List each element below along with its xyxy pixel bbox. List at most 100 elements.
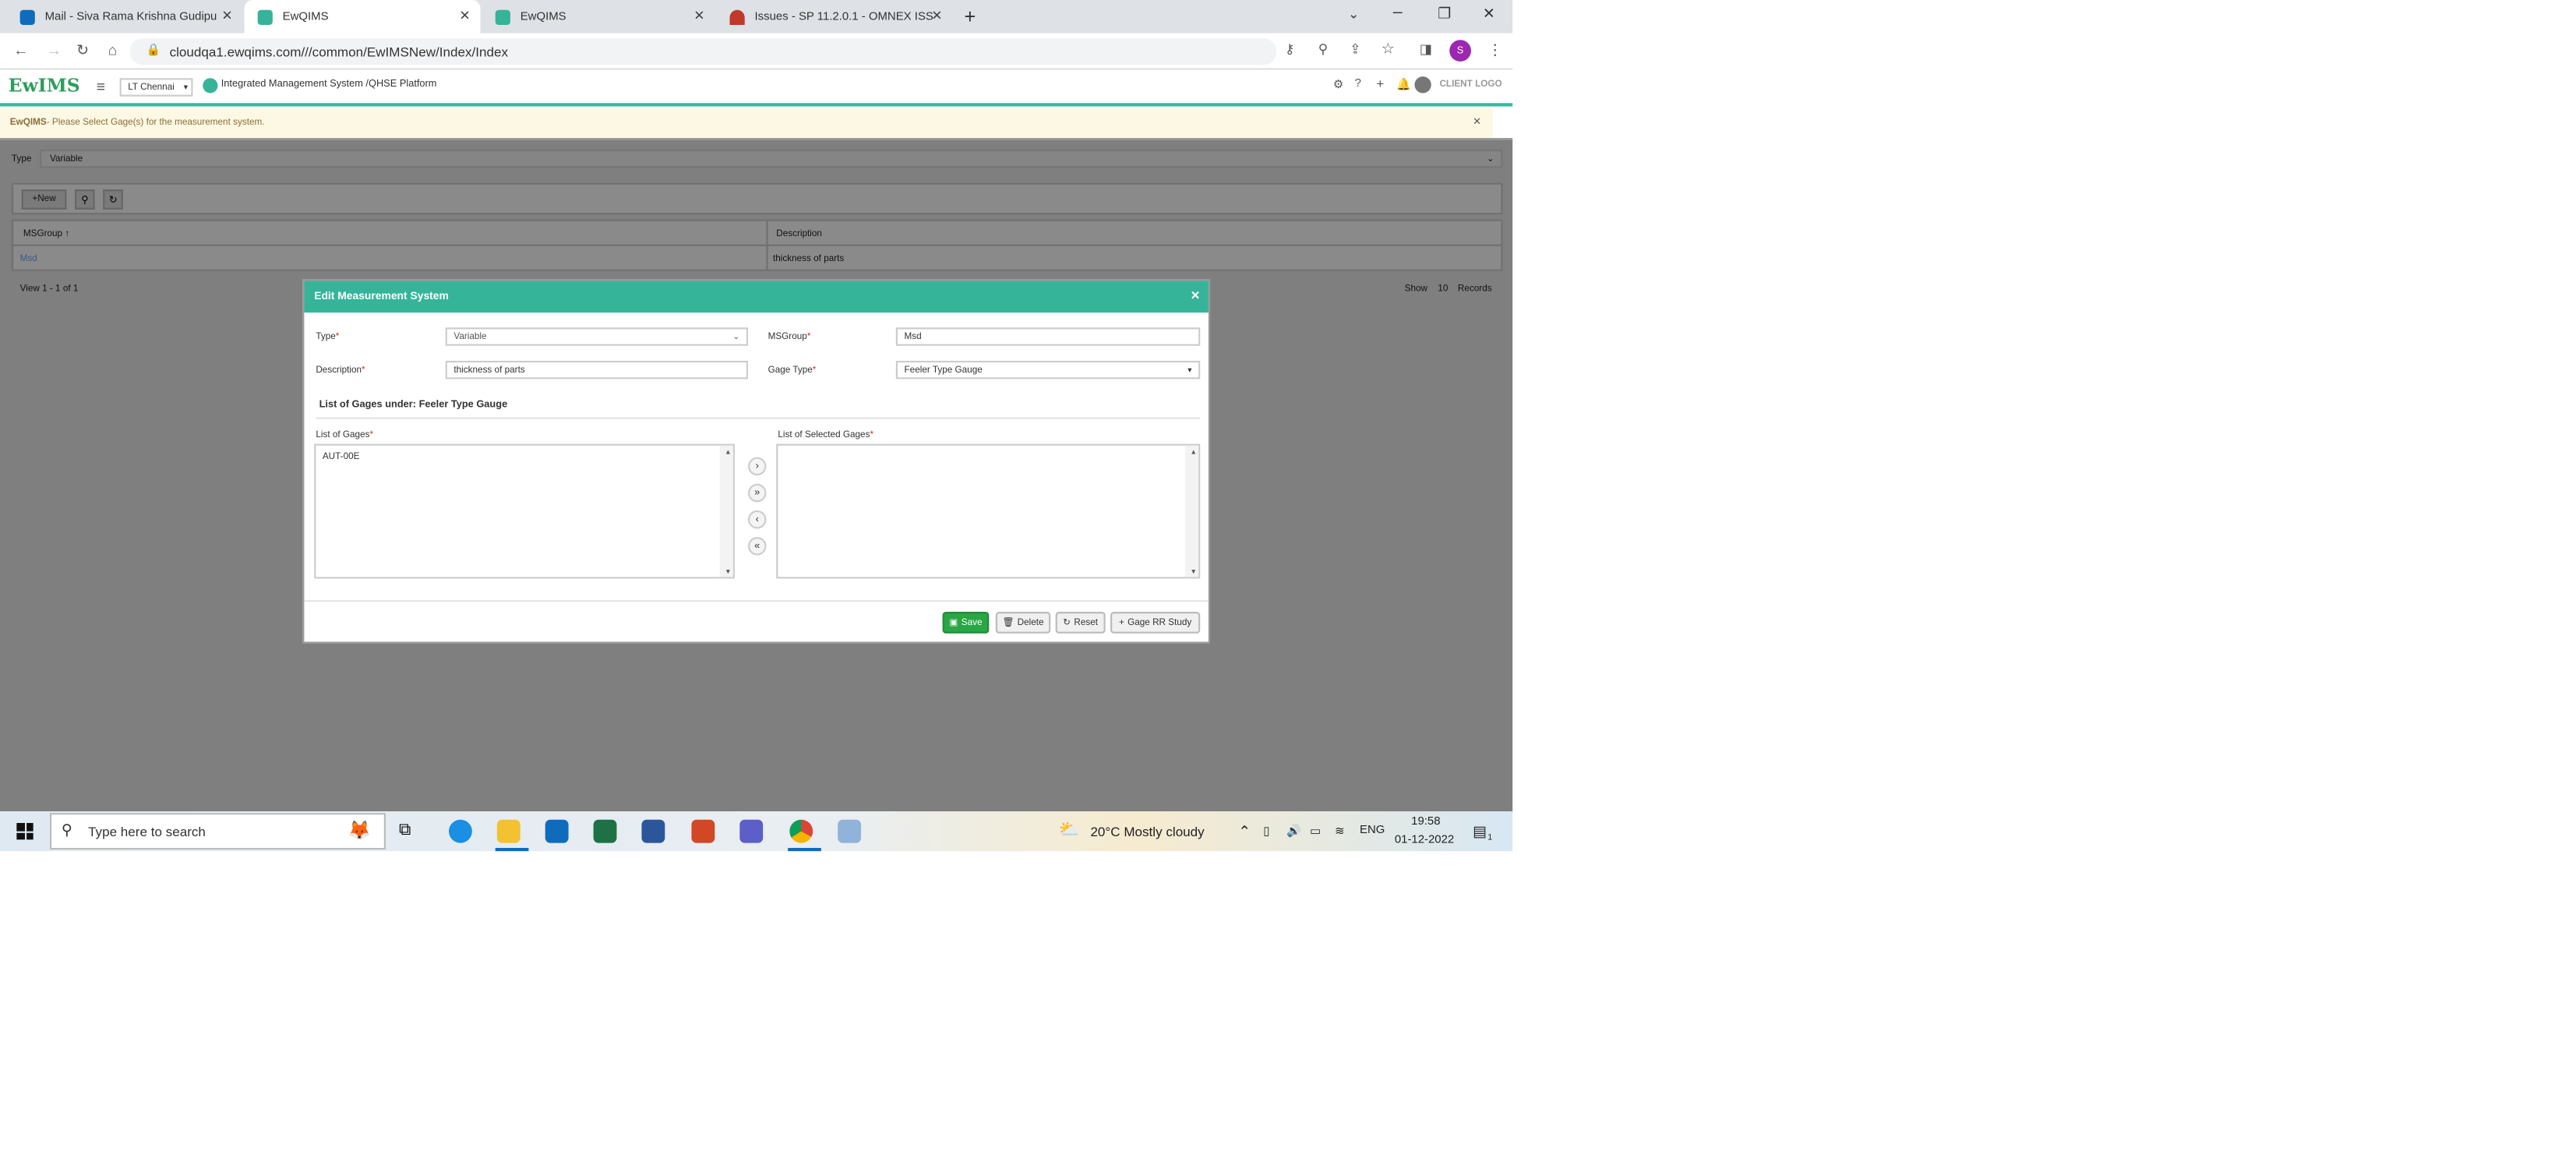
column-header-msgroup[interactable]: MSGroup ↑ [23, 229, 69, 239]
excel-icon[interactable] [593, 819, 617, 843]
notification-icon[interactable]: ▤ [1473, 823, 1487, 841]
device-icon[interactable]: ▯ [1263, 825, 1269, 838]
battery-icon[interactable]: ▭ [1310, 825, 1321, 838]
save-label: Save [961, 617, 983, 628]
gage-type-select[interactable]: Feeler Type Gauge ▾ [895, 360, 1201, 380]
search-icon: ⚲ [61, 821, 72, 839]
refresh-icon[interactable]: ↻ [103, 189, 123, 210]
list-of-selected-gages[interactable]: ▲ ▼ [776, 443, 1201, 579]
location-select[interactable]: LT Chennai ▾ [119, 78, 193, 97]
file-explorer-icon[interactable] [496, 819, 520, 843]
zoom-icon[interactable]: ⚲ [1318, 41, 1328, 56]
menu-dots-icon[interactable]: ⋮ [1487, 41, 1502, 59]
move-right-button[interactable]: › [747, 457, 767, 476]
gage-type-value: Feeler Type Gauge [904, 365, 983, 376]
side-panel-icon[interactable]: ◨ [1420, 41, 1432, 56]
column-header-description[interactable]: Description [776, 229, 822, 239]
gear-icon[interactable]: ⚙ [1333, 78, 1343, 91]
new-tab-icon[interactable]: + [964, 5, 976, 28]
close-icon[interactable]: ✕ [221, 9, 232, 23]
language-indicator[interactable]: ENG [1360, 825, 1385, 836]
row-msgroup-link[interactable]: Msd [20, 254, 37, 264]
user-avatar[interactable] [1414, 76, 1431, 94]
alert-banner: EwQIMS - Please Select Gage(s) for the m… [0, 108, 1493, 139]
reset-button[interactable]: ↻ Reset [1055, 612, 1106, 634]
windows-start-icon[interactable] [16, 822, 34, 840]
scroll-up-icon[interactable]: ▲ [725, 447, 731, 456]
word-icon[interactable] [641, 819, 665, 843]
type-select[interactable]: Variable ⌄ [445, 327, 748, 346]
taskbar-search[interactable]: ⚲ Type here to search 🦊 [49, 813, 386, 850]
save-button[interactable]: ▣ Save [942, 612, 990, 634]
reload-icon[interactable]: ↻ [76, 41, 89, 59]
list-of-gages[interactable]: AUT-00E ▲ ▼ [314, 443, 735, 579]
home-icon[interactable]: ⌂ [108, 41, 118, 58]
tab-ewqims[interactable]: EwQIMS ✕ [482, 0, 715, 34]
close-icon[interactable]: ✕ [931, 9, 942, 23]
gage-rr-study-button[interactable]: + Gage RR Study [1110, 612, 1201, 634]
access-icon[interactable] [691, 819, 715, 843]
bookmark-star-icon[interactable]: ☆ [1382, 40, 1395, 58]
help-icon[interactable]: ? [1355, 78, 1361, 90]
forward-icon[interactable]: → [47, 41, 62, 58]
notification-count: 1 [1487, 832, 1493, 843]
reset-label: Reset [1074, 617, 1099, 628]
edge-icon[interactable] [448, 819, 472, 843]
tab-ewqims-active[interactable]: EwQIMS ✕ [244, 0, 481, 34]
scrollbar[interactable] [1185, 445, 1199, 578]
move-all-left-button[interactable]: « [747, 537, 767, 556]
tab-label: Mail - Siva Rama Krishna Gudipu [44, 10, 217, 23]
scroll-up-icon[interactable]: ▲ [1191, 447, 1197, 456]
page-size-select[interactable]: 10 [1438, 284, 1448, 295]
alert-close-icon[interactable]: ✕ [1473, 116, 1481, 128]
share-icon[interactable]: ⇪ [1350, 41, 1360, 56]
scroll-down-icon[interactable]: ▼ [1191, 567, 1197, 575]
search-icon[interactable]: ⚲ [74, 189, 95, 210]
outlook-icon[interactable] [545, 819, 569, 843]
weather-text[interactable]: 20°C Mostly cloudy [1090, 825, 1204, 839]
close-icon[interactable]: ✕ [693, 9, 704, 23]
teams-icon[interactable] [739, 819, 764, 843]
speaker-icon[interactable]: 🔊 [1286, 825, 1301, 838]
profile-avatar[interactable]: S [1449, 40, 1471, 62]
minimize-icon[interactable]: – [1393, 3, 1403, 21]
type-filter-select[interactable]: Variable ⌄ [40, 149, 1503, 168]
active-indicator [495, 847, 529, 852]
bell-icon[interactable]: 🔔 [1396, 78, 1411, 91]
scroll-down-icon[interactable]: ▼ [725, 567, 731, 575]
key-icon[interactable]: ⚷ [1285, 41, 1294, 56]
tab-mail[interactable]: Mail - Siva Rama Krishna Gudipu ✕ [7, 0, 243, 34]
chevron-down-icon: ⌄ [732, 331, 740, 342]
tab-search-icon[interactable]: ⌄ [1348, 7, 1359, 22]
wifi-icon[interactable]: ≋ [1335, 825, 1345, 838]
restore-icon[interactable]: ❐ [1438, 5, 1451, 23]
clock-date[interactable]: 01-12-2022 [1395, 835, 1454, 846]
window-close-icon[interactable]: ✕ [1483, 5, 1495, 23]
scrollbar[interactable] [719, 445, 733, 578]
description-input[interactable]: thickness of parts [445, 360, 748, 380]
task-view-icon[interactable]: ⧉ [399, 821, 411, 839]
chrome-icon[interactable] [789, 819, 813, 843]
move-all-right-button[interactable]: » [747, 483, 767, 503]
new-button[interactable]: + New [21, 189, 67, 210]
address-bar[interactable]: 🔒 cloudqa1.ewqims.com///common/EwIMSNew/… [129, 38, 1277, 65]
alert-message: - Please Select Gage(s) for the measurem… [46, 118, 265, 129]
ewqims-icon [257, 9, 273, 24]
add-icon[interactable]: + [1376, 76, 1384, 91]
tab-issues[interactable]: Issues - SP 11.2.0.1 - OMNEX ISS ✕ [716, 0, 952, 34]
clock-time[interactable]: 19:58 [1411, 816, 1440, 828]
gage-list-heading: List of Gages under: Feeler Type Gauge [319, 401, 508, 411]
gage-option[interactable]: AUT-00E [323, 452, 360, 462]
move-left-button[interactable]: ‹ [747, 510, 767, 529]
search-highlight-icon: 🦊 [348, 821, 371, 842]
delete-button[interactable]: 🗑 Delete [995, 612, 1051, 634]
close-icon[interactable]: ✕ [459, 9, 470, 23]
dialog-close-icon[interactable]: ✕ [1191, 289, 1201, 302]
chevron-up-icon[interactable]: ⌃ [1238, 823, 1251, 841]
back-icon[interactable]: ← [13, 41, 28, 58]
app-logo[interactable]: EwIMS [9, 75, 80, 97]
paint-icon[interactable] [838, 819, 862, 843]
msgroup-input[interactable]: Msd [895, 327, 1201, 346]
hamburger-icon[interactable]: ≡ [97, 78, 105, 94]
gage-rr-label: Gage RR Study [1127, 617, 1192, 628]
